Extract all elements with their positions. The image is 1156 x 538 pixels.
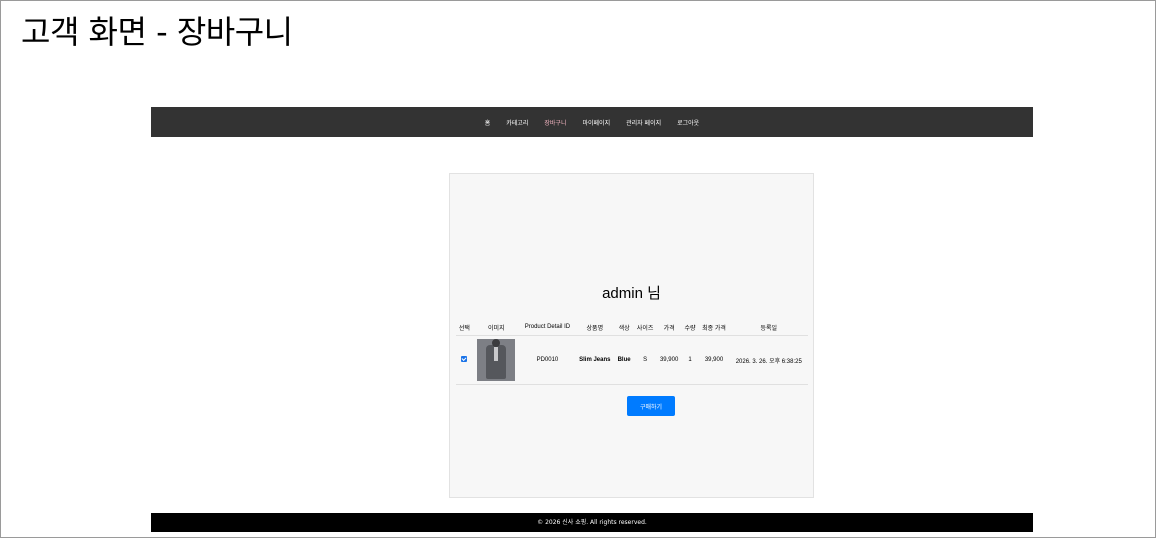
header-size: 사이즈 bbox=[633, 319, 657, 336]
cart-table: 선택 이미지 Product Detail ID 상품명 색상 사이즈 가격 수… bbox=[456, 319, 808, 385]
color-cell: Blue bbox=[614, 335, 634, 385]
nav-logout[interactable]: 로그아웃 bbox=[675, 118, 701, 127]
header-quantity: 수량 bbox=[681, 319, 699, 336]
header-final-price: 최종 가격 bbox=[698, 319, 730, 336]
registered-at-cell: 2026. 3. 26. 오후 6:38:25 bbox=[729, 335, 808, 385]
product-name-cell: Slim Jeans bbox=[575, 335, 615, 385]
product-thumbnail[interactable] bbox=[477, 339, 516, 381]
nav-cart[interactable]: 장바구니 bbox=[542, 118, 568, 127]
select-checkbox[interactable] bbox=[461, 356, 468, 362]
final-price-cell: 39,900 bbox=[698, 335, 730, 385]
product-detail-id-cell: PD0010 bbox=[519, 335, 576, 385]
purchase-button[interactable]: 구매하기 bbox=[627, 396, 675, 416]
page-footer: © 2026 신사 쇼핑. All rights reserved. bbox=[151, 513, 1033, 532]
table-row: PD0010 Slim Jeans Blue S 39,900 1 39,900… bbox=[456, 335, 808, 385]
header-select: 선택 bbox=[456, 319, 473, 336]
table-header-row: 선택 이미지 Product Detail ID 상품명 색상 사이즈 가격 수… bbox=[456, 319, 808, 336]
quantity-cell: 1 bbox=[681, 335, 699, 385]
header-image: 이미지 bbox=[472, 319, 520, 336]
user-greeting: admin 님 bbox=[602, 285, 661, 302]
page-title: 고객 화면 - 장바구니 bbox=[21, 13, 293, 51]
select-cell bbox=[456, 335, 473, 385]
size-cell: S bbox=[633, 335, 657, 385]
nav-home[interactable]: 홈 bbox=[483, 118, 493, 127]
shirt-icon bbox=[494, 347, 499, 361]
header-price: 가격 bbox=[656, 319, 682, 336]
nav-admin-page[interactable]: 관리자 페이지 bbox=[624, 118, 663, 127]
header-product-detail-id: Product Detail ID bbox=[519, 319, 576, 336]
price-cell: 39,900 bbox=[656, 335, 682, 385]
top-navbar: 홈 카테고리 장바구니 마이페이지 관리자 페이지 로그아웃 bbox=[151, 107, 1033, 137]
cart-panel: admin 님 선택 이미지 Product Detail ID 상품명 색상 … bbox=[449, 173, 814, 498]
image-cell bbox=[472, 335, 520, 385]
header-registered-at: 등록일 bbox=[729, 319, 808, 336]
header-color: 색상 bbox=[614, 319, 634, 336]
nav-category[interactable]: 카테고리 bbox=[504, 118, 530, 127]
header-product-name: 상품명 bbox=[575, 319, 615, 336]
nav-mypage[interactable]: 마이페이지 bbox=[580, 118, 612, 127]
